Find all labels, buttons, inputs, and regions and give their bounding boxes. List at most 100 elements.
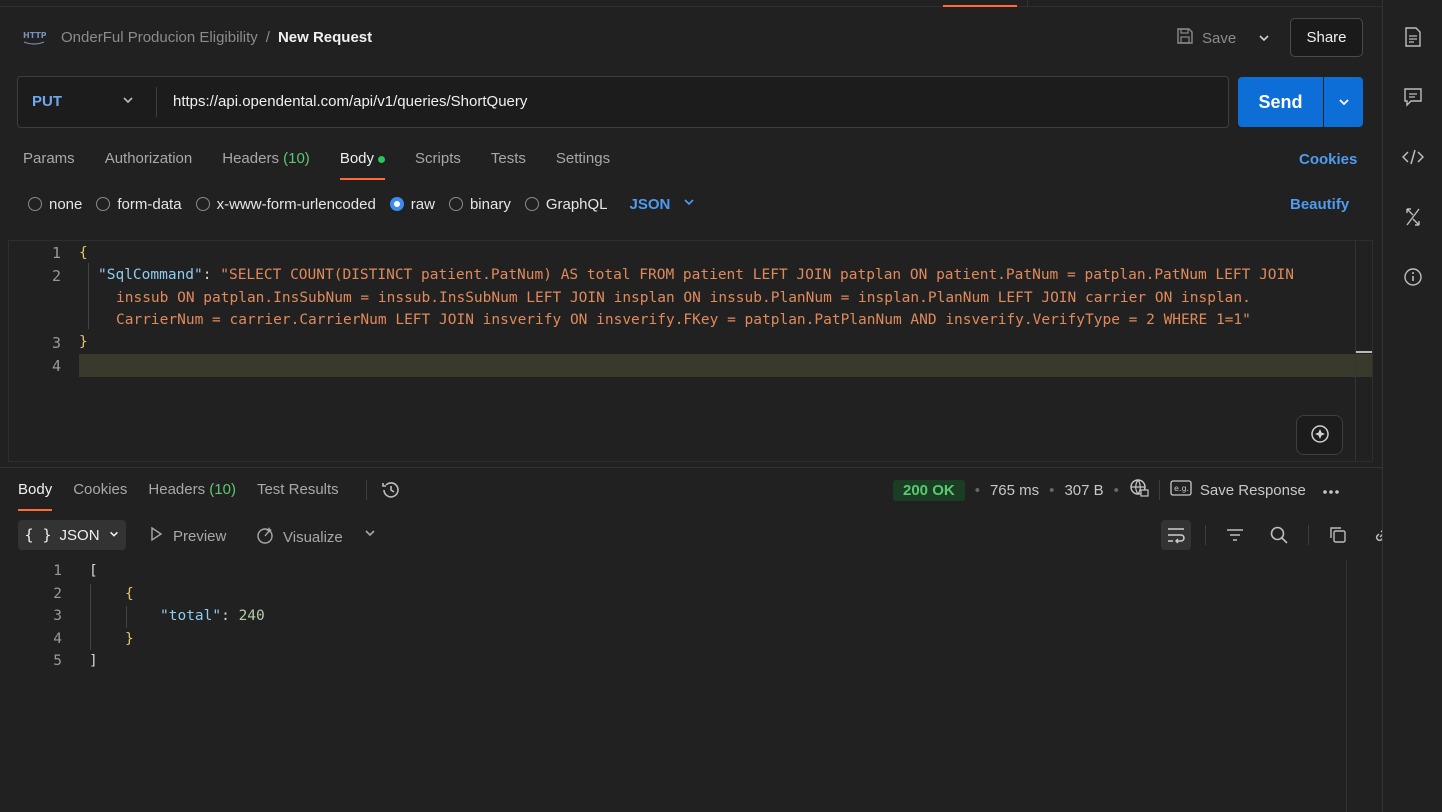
request-header: HTTP OnderFul Producion Eligibility / Ne… (0, 18, 1382, 58)
breadcrumb-collection[interactable]: OnderFul Producion Eligibility (61, 29, 258, 46)
line-number: 5 (53, 653, 62, 669)
radio-none[interactable]: none (28, 195, 82, 213)
save-button[interactable]: Save (1176, 26, 1236, 50)
json-string-continuation: CarrierNum = carrier.CarrierNum LEFT JOI… (116, 312, 1251, 328)
tab-body[interactable]: Body (339, 150, 386, 180)
search-icon[interactable] (1264, 520, 1294, 550)
colon: : (202, 267, 221, 283)
visualize-chevron-icon[interactable] (363, 526, 377, 543)
save-options-chevron-icon[interactable] (1252, 26, 1276, 50)
ai-assist-button[interactable] (1296, 415, 1343, 455)
comments-icon[interactable] (1402, 86, 1424, 108)
preview-button[interactable]: Preview (148, 526, 226, 546)
tab-separator (1027, 0, 1028, 7)
more-options-icon[interactable] (1322, 482, 1340, 499)
send-options-chevron-icon[interactable] (1324, 77, 1363, 127)
radio-label: binary (469, 195, 511, 213)
radio-graphql[interactable]: GraphQL (524, 195, 608, 213)
radio-urlencoded[interactable]: x-www-form-urlencoded (195, 195, 376, 213)
send-button[interactable]: Send (1238, 77, 1323, 127)
status-badge[interactable]: 200 OK (893, 479, 965, 501)
indent-guide (88, 263, 89, 329)
visualize-icon (256, 526, 274, 548)
json-key: "total" (160, 608, 222, 624)
active-tab-indicator (943, 5, 1017, 7)
response-tabs: Body Cookies Headers (10) Test Results (18, 481, 339, 511)
tab-settings[interactable]: Settings (556, 150, 610, 180)
line-gutter: 1 2 3 4 (9, 241, 69, 461)
resp-tab-body[interactable]: Body (18, 481, 53, 511)
request-body-editor[interactable]: 1 2 3 4 { "SqlCommand": "SELECT COUNT(DI… (8, 240, 1373, 462)
open-brace: { (125, 586, 134, 602)
example-icon: e.g. (1170, 479, 1192, 501)
tab-params[interactable]: Params (23, 150, 75, 180)
beautify-button[interactable]: Beautify (1290, 196, 1349, 213)
svg-text:e.g.: e.g. (1174, 484, 1189, 493)
copy-icon[interactable] (1323, 520, 1353, 550)
radio-circle (96, 197, 111, 211)
filter-icon[interactable] (1220, 520, 1250, 550)
radio-circle (448, 197, 463, 211)
sparkle-icon (1309, 423, 1331, 448)
save-label: Save (1202, 29, 1237, 47)
breadcrumb: OnderFul Producion Eligibility / New Req… (61, 29, 372, 46)
braces-icon: { } (24, 526, 52, 544)
svg-text:HTTP: HTTP (23, 31, 46, 40)
panel-divider[interactable] (0, 467, 1382, 468)
response-format-label: JSON (59, 526, 100, 544)
tab-scripts[interactable]: Scripts (415, 150, 461, 180)
json-number-value: 240 (238, 608, 265, 624)
tab-authorization[interactable]: Authorization (105, 150, 193, 180)
radio-circle (524, 197, 539, 211)
body-status-dot (378, 155, 386, 163)
info-icon[interactable] (1402, 266, 1424, 288)
save-response-button[interactable]: e.g. Save Response (1170, 479, 1306, 501)
play-icon (148, 526, 164, 546)
url-input[interactable]: https://api.opendental.com/api/v1/querie… (173, 93, 527, 110)
response-time[interactable]: 765 ms (990, 482, 1039, 499)
history-icon[interactable] (380, 479, 402, 504)
top-tab-strip (0, 0, 1382, 7)
response-format-select[interactable]: { } JSON (18, 520, 126, 550)
indent-guide (126, 606, 127, 628)
tab-tests[interactable]: Tests (491, 150, 526, 180)
line-number: 4 (51, 357, 61, 375)
resp-tab-test-results[interactable]: Test Results (257, 481, 339, 511)
tab-headers-label: Headers (222, 150, 279, 167)
radio-binary[interactable]: binary (448, 195, 511, 213)
close-brace: } (79, 334, 88, 350)
toolbar-divider (1308, 525, 1309, 545)
resp-tab-headers-label: Headers (148, 481, 206, 498)
line-number: 3 (53, 608, 62, 624)
tab-headers[interactable]: Headers (10) (222, 150, 310, 180)
documentation-icon[interactable] (1402, 26, 1424, 48)
save-response-label: Save Response (1199, 481, 1306, 499)
method-select[interactable]: PUT (32, 93, 62, 110)
scroll-marker (1356, 351, 1372, 353)
line-number: 1 (51, 244, 61, 262)
code-icon[interactable] (1402, 146, 1424, 168)
json-string-value: "SELECT COUNT(DISTINCT patient.PatNum) A… (220, 267, 1294, 283)
response-scrollbar[interactable] (1346, 560, 1363, 812)
related-collections-icon[interactable] (1402, 206, 1424, 228)
visualize-button[interactable]: Visualize (256, 526, 343, 548)
radio-circle (389, 197, 404, 211)
bullet-separator: • (1113, 481, 1119, 499)
resp-tab-cookies[interactable]: Cookies (73, 481, 127, 511)
raw-format-label: JSON (629, 195, 671, 213)
radio-raw[interactable]: raw (389, 195, 435, 213)
toolbar-divider (1158, 480, 1160, 500)
save-icon (1176, 27, 1194, 49)
request-title[interactable]: New Request (278, 29, 372, 46)
resp-tab-headers[interactable]: Headers (10) (148, 481, 236, 511)
chevron-down-icon[interactable] (121, 93, 135, 110)
globe-lock-icon[interactable] (1129, 478, 1149, 502)
share-button[interactable]: Share (1290, 18, 1363, 57)
radio-circle (195, 197, 210, 211)
response-size[interactable]: 307 B (1064, 482, 1103, 499)
radio-form-data[interactable]: form-data (96, 195, 182, 213)
cookies-link[interactable]: Cookies (1299, 151, 1357, 168)
raw-format-select[interactable]: JSON (630, 195, 697, 213)
wrap-lines-icon[interactable] (1161, 520, 1191, 550)
indent-guide (90, 584, 91, 650)
